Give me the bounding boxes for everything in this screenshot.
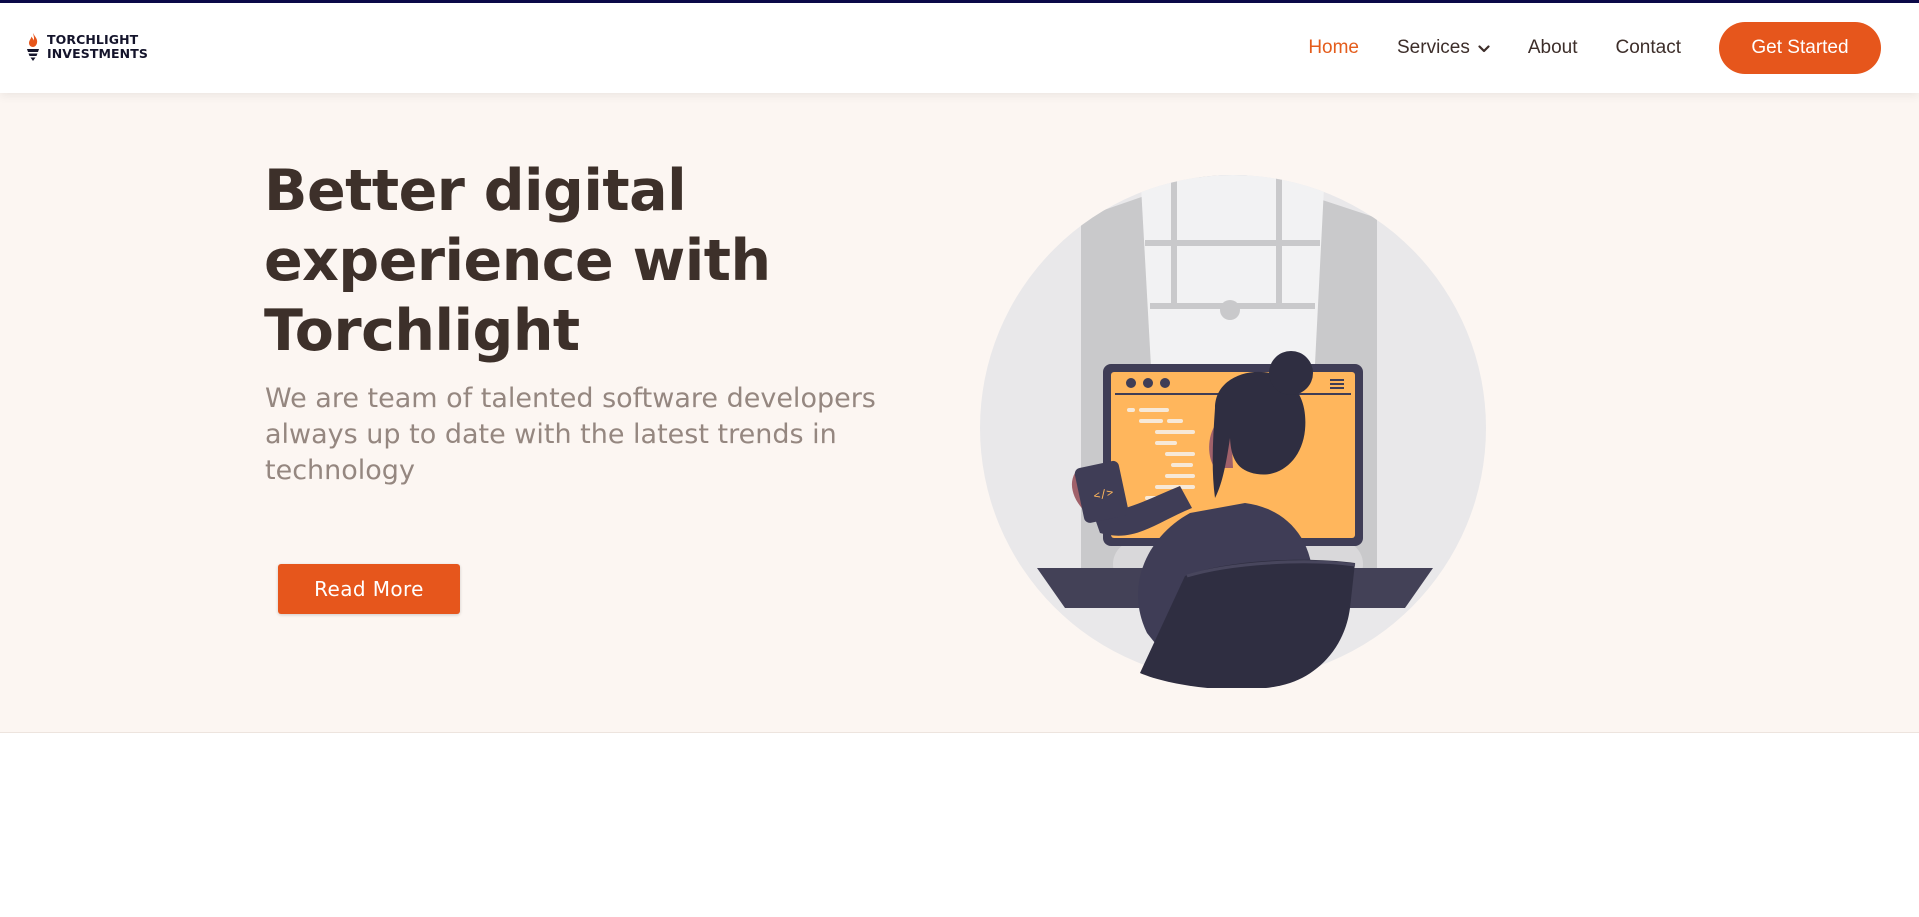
nav-services-label: Services (1397, 37, 1470, 58)
read-more-button[interactable]: Read More (278, 564, 460, 614)
chevron-down-icon (1478, 45, 1490, 53)
hero-subtitle: We are team of talented software develop… (265, 383, 876, 486)
main-nav: Home Services About Contact Get Started (1308, 22, 1881, 74)
nav-home-link[interactable]: Home (1308, 37, 1359, 59)
brand-line-1: TORCHLIGHT (47, 32, 139, 47)
hero-title: Better digital experience with Torchligh… (264, 156, 824, 366)
hero-section: Better digital experience with Torchligh… (0, 93, 1919, 733)
site-header: TORCHLIGHT INVESTMENTS Home Services Abo… (0, 3, 1919, 93)
content-below-hero (0, 734, 1919, 917)
nav-about-link[interactable]: About (1528, 37, 1578, 59)
brand-wordmark: TORCHLIGHT INVESTMENTS (47, 33, 148, 61)
brand-logo[interactable]: TORCHLIGHT INVESTMENTS (26, 30, 148, 64)
brand-line-2: INVESTMENTS (47, 46, 148, 61)
hero-title-line-1: Better digital (264, 158, 687, 224)
nav-services-link[interactable]: Services (1397, 37, 1490, 59)
hair-bun (1269, 351, 1313, 395)
developer-at-desk-illustration: </> (980, 175, 1486, 688)
torch-icon (27, 33, 39, 61)
get-started-button[interactable]: Get Started (1719, 22, 1881, 74)
nav-contact-link[interactable]: Contact (1616, 37, 1681, 59)
hero-title-line-2: experience with (264, 228, 771, 294)
hero-title-line-3: Torchlight (264, 298, 580, 364)
